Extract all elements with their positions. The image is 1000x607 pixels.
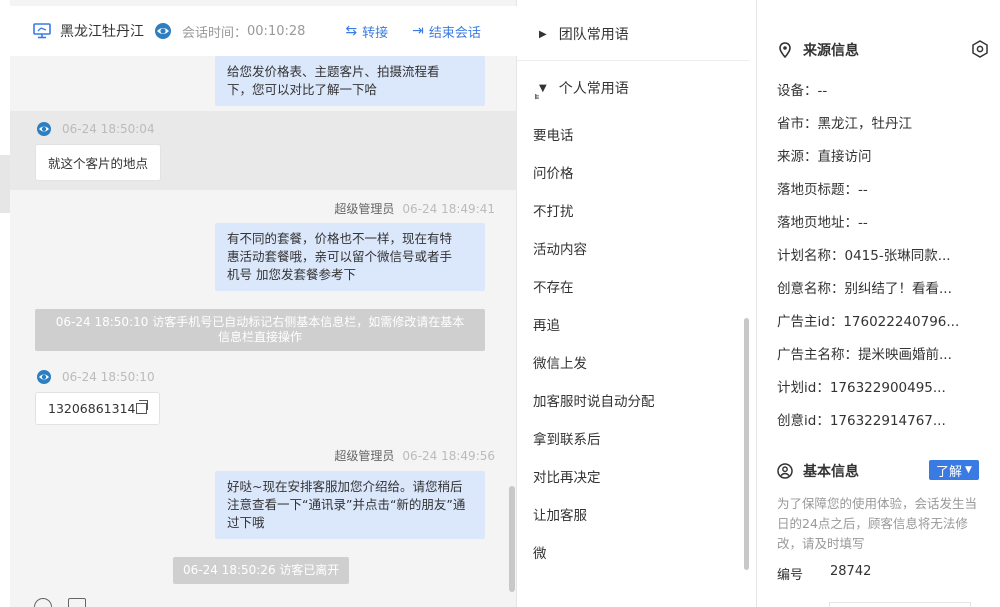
message-line: 06-24 18:50:10 访客手机号已自动标记右侧基本信息栏，如需修改请在基…	[55, 315, 465, 329]
chat-messages[interactable]: 给您发价格表、主题客片、拍摄流程看 下，您可以对比了解一下哈 06-24 18:…	[10, 56, 517, 592]
info-source: 来源：直接访问	[777, 149, 872, 165]
transfer-button[interactable]: ⇆ 转接	[345, 22, 388, 41]
agent-message-meta: 超级管理员 06-24 18:49:41	[334, 200, 495, 217]
emoji-icon[interactable]	[34, 598, 52, 607]
next-field-input[interactable]	[829, 602, 971, 607]
end-session-button[interactable]: ⇥ 结束会话	[412, 22, 481, 41]
info-landing-title: 落地页标题：--	[777, 182, 868, 198]
visitor-message-meta: 06-24 18:50:04	[36, 121, 155, 137]
agent-message: 给您发价格表、主题客片、拍摄流程看 下，您可以对比了解一下哈	[215, 56, 485, 106]
info-plan-id: 计划id：176322900495...	[777, 380, 946, 396]
chat-toolbar	[34, 598, 86, 607]
team-phrases-group[interactable]: ▶ 团队常用语	[539, 24, 629, 44]
image-icon[interactable]	[68, 598, 86, 607]
caret-right-icon: ▶	[539, 28, 547, 40]
message-line: 过下哦	[227, 515, 265, 530]
phrase-item[interactable]: 拿到联系后	[533, 428, 601, 448]
phone-number: 13206861314	[48, 401, 136, 416]
agent-name: 超级管理员	[334, 449, 395, 463]
personal-phrases-list[interactable]: 留白服务 要电话 问价格 不打扰 活动内容 不存在 再追 微信上发 加客服时说自…	[517, 94, 750, 574]
copy-icon[interactable]	[136, 400, 149, 414]
phrase-item[interactable]: 再追	[533, 314, 560, 334]
divider	[517, 60, 750, 61]
message-line: 惠活动套餐哦，亲可以留个微信号或者手	[227, 249, 453, 264]
message-line: 注意查看一下“通讯录”并点击“新的朋友”通	[227, 497, 466, 512]
info-notice: 为了保障您的使用体验，会话发生当日的24点之后，顾客信息将无法修改，请及时填写	[777, 496, 978, 551]
system-message: 06-24 18:50:26 访客已离开	[173, 557, 350, 584]
transfer-label: 转接	[362, 25, 389, 41]
phrase-item[interactable]: 不存在	[533, 276, 574, 296]
info-creative-name: 创意名称：别纠结了！看看...	[777, 281, 952, 297]
chat-header: 黑龙江牡丹江 会话时间： 00:10:28 ⇆ 转接 ⇥ 结束会话	[10, 6, 517, 56]
browser-icon	[154, 22, 172, 40]
session-time-value: 00:10:28	[247, 23, 306, 39]
phrase-item[interactable]: 微信上发	[533, 352, 587, 372]
left-edge-strip	[0, 0, 10, 607]
info-province-city: 省市：黑龙江，牡丹江	[777, 116, 912, 132]
phrase-item[interactable]: 对比再决定	[533, 466, 601, 486]
end-session-label: 结束会话	[428, 25, 481, 41]
learn-more-button[interactable]: 了解 ▼	[929, 460, 979, 480]
id-label: 编号	[777, 568, 804, 583]
info-creative-id: 创意id：176322914767...	[777, 413, 946, 429]
message-line: 好哒~现在安排客服加您介绍给。请您稍后	[227, 479, 463, 494]
section-title: 基本信息	[803, 464, 859, 480]
chat-panel: 黑龙江牡丹江 会话时间： 00:10:28 ⇆ 转接 ⇥ 结束会话 给您发价格表、主…	[10, 0, 517, 607]
info-device: 设备：--	[777, 83, 828, 99]
group-label: 团队常用语	[558, 27, 629, 43]
message-line: 机号 加您发套餐参考下	[227, 267, 356, 282]
section-title: 来源信息	[803, 43, 859, 59]
message-time: 06-24 18:50:04	[62, 122, 155, 136]
caret-down-icon: ▼	[539, 82, 547, 94]
phrase-item[interactable]: 不打扰	[533, 200, 574, 220]
phrase-item[interactable]: 让加客服	[533, 504, 587, 524]
visitor-avatar-icon	[37, 122, 51, 136]
message-line: 有不同的套餐，价格也不一样，现在有特	[227, 231, 453, 246]
chat-scrollbar[interactable]	[509, 486, 515, 592]
phrase-item[interactable]: 微	[533, 542, 547, 562]
session-time-label: 会话时间：	[182, 25, 248, 41]
monitor-icon	[32, 21, 52, 41]
phrases-scrollbar[interactable]	[744, 318, 749, 570]
info-advertiser-name: 广告主名称：提米映画婚前...	[777, 347, 952, 363]
info-landing-url: 落地页地址：--	[777, 215, 868, 231]
visitor-avatar-icon	[37, 370, 51, 384]
user-icon	[777, 463, 793, 479]
visitor-location: 黑龙江牡丹江	[60, 24, 144, 40]
visitor-message: 就这个客片的地点	[35, 144, 162, 181]
quick-phrases-panel: ▶ 团队常用语 留白服务 要电话 问价格 不打扰 活动内容 不存在 再追 微信上…	[517, 0, 757, 607]
phrase-item[interactable]: 活动内容	[533, 238, 587, 258]
visitor-message: 13206861314	[35, 392, 161, 425]
phrase-item[interactable]: 加客服时说自动分配	[533, 390, 655, 410]
message-line: 下，您可以对比了解一下哈	[227, 82, 378, 97]
info-plan-name: 计划名称：0415-张琳同款...	[777, 248, 951, 264]
agent-name: 超级管理员	[334, 202, 395, 216]
basic-info-header: 基本信息	[777, 461, 859, 481]
message-time: 06-24 18:49:41	[402, 202, 495, 216]
caret-down-icon: ▼	[965, 465, 972, 475]
left-edge-highlight	[0, 155, 10, 213]
location-pin-icon	[777, 42, 793, 58]
exit-icon: ⇥	[412, 23, 424, 39]
agent-message-meta: 超级管理员 06-24 18:49:56	[334, 447, 495, 464]
message-time: 06-24 18:50:10	[62, 370, 155, 384]
system-message: 06-24 18:50:10 访客手机号已自动标记右侧基本信息栏，如需修改请在基…	[35, 309, 485, 351]
phrase-item[interactable]: 问价格	[533, 162, 574, 182]
visitor-message-meta: 06-24 18:50:10	[36, 369, 155, 385]
learn-more-label: 了解	[936, 464, 963, 480]
transfer-icon: ⇆	[345, 23, 358, 39]
source-info-header: 来源信息	[777, 40, 859, 60]
phrase-item[interactable]: 要电话	[533, 124, 574, 144]
message-time: 06-24 18:49:56	[402, 449, 495, 463]
target-icon[interactable]	[971, 40, 989, 58]
id-value: 28742	[830, 564, 872, 579]
message-line: 给您发价格表、主题客片、拍摄流程看	[227, 64, 440, 79]
info-advertiser-id: 广告主id：176022240796...	[777, 314, 960, 330]
message-line: 信息栏直接操作	[217, 330, 302, 344]
personal-phrases-group[interactable]: ▼ 个人常用语	[539, 78, 633, 100]
agent-message: 好哒~现在安排客服加您介绍给。请您稍后 注意查看一下“通讯录”并点击“新的朋友”…	[215, 471, 485, 539]
visitor-info-panel: 来源信息 设备：-- 省市：黑龙江，牡丹江 来源：直接访问 落地页标题：-- 落…	[757, 0, 1000, 607]
agent-message: 有不同的套餐，价格也不一样，现在有特 惠活动套餐哦，亲可以留个微信号或者手 机号…	[215, 223, 485, 291]
group-label: 个人常用语	[558, 81, 629, 97]
